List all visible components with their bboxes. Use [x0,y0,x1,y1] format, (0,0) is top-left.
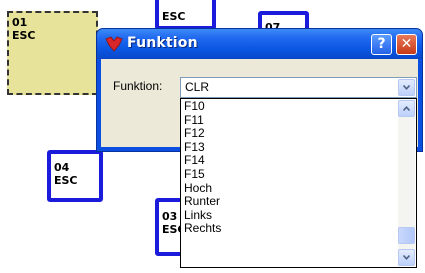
key-tile-04[interactable]: 04 ESC [47,150,103,202]
key-label: ESC [162,10,186,23]
combo-value: CLR [185,80,210,94]
list-item[interactable]: Hoch [183,181,221,196]
funktion-label: Funktion: [113,79,163,93]
chevron-down-icon [403,255,410,260]
key-number: 01 [12,16,28,29]
close-button[interactable]: ✕ [396,34,417,55]
list-item[interactable]: F11 [183,113,221,128]
list-item[interactable]: F14 [183,154,221,168]
key-label: ESC [12,29,36,42]
key-label: ESC [54,174,78,187]
list-item[interactable]: Runter [183,195,221,209]
key-tile-01[interactable]: 01 ESC [7,11,98,95]
chevron-up-icon [403,106,410,111]
app-logo-icon [105,36,123,52]
chevron-down-icon [403,85,410,90]
title-bar[interactable]: Funktion ? ✕ [97,29,422,59]
help-button[interactable]: ? [371,34,392,55]
scroll-down-button[interactable] [398,249,415,266]
list-item[interactable]: F10 [183,99,221,114]
scroll-up-button[interactable] [398,100,415,117]
list-item[interactable]: Rechts [183,222,221,236]
scroll-thumb[interactable] [398,227,415,244]
list-item[interactable]: F15 [183,167,221,182]
key-tile-esc-top[interactable]: ESC [155,0,216,30]
option-list: F10 F11 F12 F13 F14 F15 Hoch Runter Link… [183,99,221,236]
funktion-dropdown-list[interactable]: F10 F11 F12 F13 F14 F15 Hoch Runter Link… [180,98,417,268]
combo-dropdown-button[interactable] [398,79,415,96]
list-item[interactable]: F12 [183,127,221,141]
list-item[interactable]: Links [183,208,221,223]
key-number: 04 [54,161,70,174]
dialog-title: Funktion [127,35,198,51]
vertical-scrollbar[interactable] [398,100,415,266]
funktion-combobox[interactable]: CLR [180,77,417,98]
list-item[interactable]: F13 [183,140,221,155]
